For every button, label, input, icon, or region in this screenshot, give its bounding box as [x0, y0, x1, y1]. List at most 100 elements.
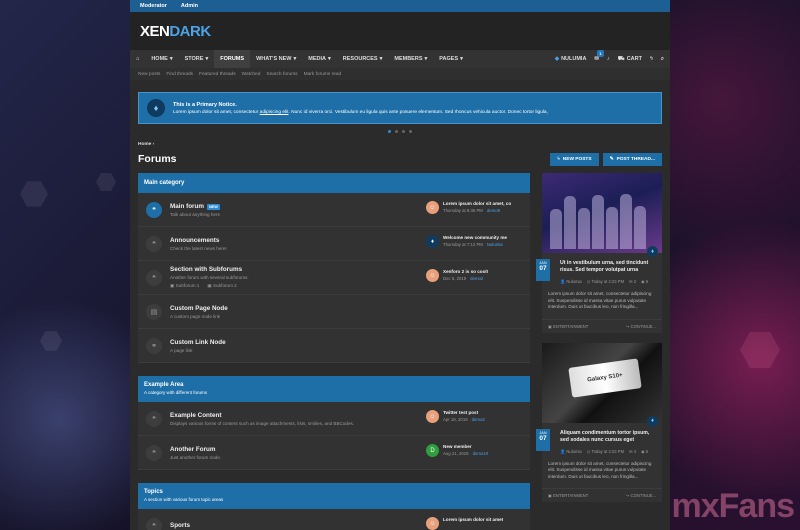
- forum-row[interactable]: ⚭ Custom Link Node A page link: [138, 329, 530, 363]
- avatar[interactable]: ☺: [426, 410, 439, 423]
- avatar[interactable]: ☺: [426, 201, 439, 214]
- nav-item-pages[interactable]: PAGES ▾: [433, 50, 469, 68]
- latest-user[interactable]: demo10: [473, 451, 489, 456]
- avatar[interactable]: ☺: [426, 517, 439, 530]
- nav-item-media[interactable]: MEDIA ▾: [302, 50, 337, 68]
- subforum-link[interactable]: ▣ Subforum 1: [170, 283, 199, 289]
- forum-name[interactable]: Main forum NEW: [170, 203, 220, 210]
- search-icon[interactable]: ⌕: [661, 56, 664, 63]
- nav-item-forums[interactable]: FORUMS: [214, 50, 251, 68]
- continue-link[interactable]: ↪ CONTINUE...: [626, 493, 656, 498]
- forum-name[interactable]: Custom Link Node: [170, 339, 226, 346]
- forum-description: Check the latest news here!: [170, 245, 227, 251]
- site-logo[interactable]: XENDARK: [140, 23, 211, 40]
- home-icon[interactable]: ⌂: [130, 50, 145, 68]
- forum-name[interactable]: Section with Subforums: [170, 266, 249, 273]
- latest-title[interactable]: Lorem ipsum dolor sit amet: [443, 517, 503, 522]
- forum-row[interactable]: ▤ Custom Page Node A custom page node link: [138, 295, 530, 329]
- continue-link[interactable]: ↪ CONTINUE...: [626, 324, 656, 329]
- admin-link[interactable]: Admin: [181, 3, 198, 9]
- category-header[interactable]: Example Area A category with different fo…: [138, 376, 530, 402]
- staff-bar: Moderator Admin: [130, 0, 670, 12]
- subnav-link[interactable]: New posts: [138, 72, 160, 77]
- forum-row[interactable]: ❝ Main forum NEW Talk about anything here ☺ L…: [138, 193, 530, 227]
- article-title[interactable]: Ut in vestibulum urna, sed tincidunt ris…: [560, 260, 656, 274]
- nav-item-whatsnew[interactable]: WHAT'S NEW ▾: [250, 50, 302, 68]
- chevron-down-icon: ▾: [424, 56, 428, 62]
- forum-name[interactable]: Custom Page Node: [170, 305, 228, 312]
- bolt-icon: ϟ: [557, 156, 560, 162]
- breadcrumb[interactable]: Home ›: [138, 142, 670, 147]
- category-header[interactable]: Main category: [138, 173, 530, 193]
- new-posts-button[interactable]: ϟ NEW POSTS: [550, 152, 599, 166]
- latest-user[interactable]: Nulumia: [487, 242, 503, 247]
- nav-item-store[interactable]: STORE ▾: [179, 50, 215, 68]
- post-thread-button[interactable]: ✎ POST THREAD...: [602, 152, 662, 166]
- comments-icon: ❝: [146, 444, 162, 461]
- avatar[interactable]: ☺: [426, 269, 439, 282]
- article-image[interactable]: ♦: [542, 173, 662, 257]
- forum-row[interactable]: ❝ Sports ☺ Lorem ipsum dolor sit amet: [138, 509, 530, 530]
- notice-title: This is a Primary Notice.: [173, 101, 237, 108]
- subnav-link[interactable]: Watched: [242, 72, 261, 77]
- pager-dot[interactable]: [395, 130, 398, 133]
- moderator-menu[interactable]: Moderator: [140, 3, 167, 9]
- nav-item-resources[interactable]: RESOURCES ▾: [337, 50, 389, 68]
- latest-post: ☺ Twitter test post Apr 19, 2019 demo2: [426, 410, 526, 423]
- forum-name[interactable]: Announcements: [170, 237, 227, 244]
- nav-item-home[interactable]: HOME ▾: [145, 50, 178, 68]
- latest-title[interactable]: Lorem ipsum dolor sit amet, co: [443, 201, 511, 206]
- subnav-link[interactable]: Featured threads: [199, 72, 236, 77]
- latest-user[interactable]: demo2: [470, 276, 483, 281]
- notice-link[interactable]: adipiscing elit: [260, 110, 289, 115]
- comment-count: ✉ 2: [629, 279, 637, 284]
- forum-main: Main forum NEW Talk about anything here: [170, 203, 220, 217]
- latest-user[interactable]: demo2: [472, 417, 485, 422]
- category-header[interactable]: Topics A section with various forum topic…: [138, 483, 530, 509]
- user-menu[interactable]: ◆ NULUMIA: [555, 56, 587, 62]
- latest-title[interactable]: Xenforo 2 is so cool!: [443, 269, 488, 274]
- article-image[interactable]: Galaxy S10+ ♦: [542, 342, 662, 427]
- pager-dot[interactable]: [388, 130, 391, 133]
- article-tag[interactable]: ▣ ENTERTAINMENT: [548, 493, 588, 498]
- cart-link[interactable]: ⛟ CART: [618, 56, 642, 63]
- forum-description: Talk about anything here: [170, 211, 221, 217]
- forum-row[interactable]: ❝ Section with Subforums Another forum wit…: [138, 261, 530, 295]
- alerts-badge: 1: [597, 50, 604, 57]
- latest-post: ☺ Lorem ipsum dolor sit amet, co Thursday …: [426, 201, 526, 214]
- bell-icon[interactable]: ♪: [607, 56, 610, 62]
- latest-title[interactable]: Twitter test post: [443, 410, 485, 415]
- latest-meta: Apr 19, 2019 demo2: [443, 417, 485, 422]
- subnav-link[interactable]: Mark forums read: [304, 72, 342, 77]
- latest-post: D New member Aug 21, 2019 demo10: [426, 444, 526, 457]
- forum-name[interactable]: Example Content: [170, 412, 354, 419]
- forum-row[interactable]: ❝ Announcements Check the latest news here…: [138, 227, 530, 261]
- article-author[interactable]: 👤 Nulumia: [560, 449, 582, 455]
- pager-dot[interactable]: [402, 130, 405, 133]
- category-title: Main category: [144, 180, 185, 186]
- latest-user[interactable]: demo9: [487, 208, 500, 213]
- article-author[interactable]: 👤 Nulumia: [560, 279, 582, 285]
- pager-dot[interactable]: [409, 130, 412, 133]
- bolt-icon[interactable]: ϟ: [650, 56, 653, 62]
- comments-icon: ❝: [146, 201, 162, 218]
- avatar[interactable]: ♦: [426, 235, 439, 248]
- article-tag[interactable]: ▣ ENTERTAINMENT: [548, 324, 588, 329]
- subnav-link[interactable]: Search forums: [266, 72, 297, 77]
- article-body: JAN 07 Ut in vestibulum urna, sed tincidun…: [536, 253, 662, 315]
- forum-name[interactable]: Sports: [170, 522, 190, 529]
- latest-title[interactable]: Welcome new community me: [443, 235, 507, 240]
- article-title[interactable]: Aliquam condimentum tortor ipsum, sed so…: [560, 430, 656, 444]
- nav-item-members[interactable]: MEMBERS ▾: [388, 50, 433, 68]
- new-badge: NEW: [206, 203, 220, 210]
- avatar[interactable]: D: [426, 444, 439, 457]
- inbox-icon[interactable]: ✉ 1: [594, 50, 604, 62]
- subforum-link[interactable]: ▣ Subforum 2: [207, 283, 236, 289]
- latest-post: ♦ Welcome new community me Thursday at 7:1…: [426, 235, 526, 248]
- latest-title[interactable]: New member: [443, 444, 488, 449]
- forum-name[interactable]: Another Forum: [170, 446, 221, 453]
- subnav-link[interactable]: Find threads: [166, 72, 193, 77]
- forum-row[interactable]: ❝ Another Forum Just another forum node. D N…: [138, 436, 530, 470]
- forum-row[interactable]: ❝ Example Content Displays various forms o…: [138, 402, 530, 436]
- phone-image: Galaxy S10+: [568, 357, 642, 398]
